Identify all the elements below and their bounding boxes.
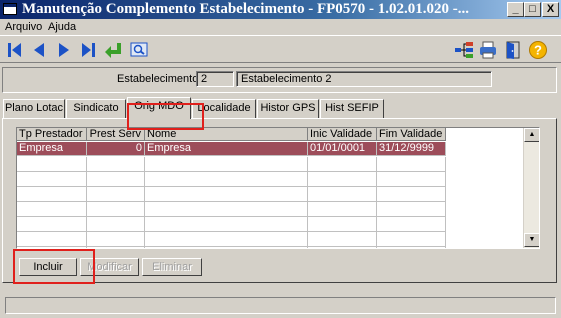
go-to-icon[interactable] — [103, 40, 123, 60]
previous-record-icon[interactable] — [29, 40, 49, 60]
close-button[interactable]: X — [542, 2, 559, 17]
establishment-code-field[interactable]: 2 — [196, 71, 234, 87]
svg-text:?: ? — [534, 43, 542, 58]
column-header-tp-prestador[interactable]: Tp Prestador — [17, 128, 87, 141]
cell-nome: Empresa — [145, 142, 308, 156]
establishment-name-field: Estabelecimento 2 — [236, 71, 492, 87]
last-record-icon[interactable] — [78, 40, 98, 60]
maximize-button[interactable]: □ — [524, 2, 541, 17]
app-window-icon[interactable] — [3, 3, 17, 15]
tab-plano-lotac[interactable]: Plano Lotac — [3, 99, 65, 118]
establishment-label: Estabelecimento: — [117, 73, 202, 85]
status-bar — [5, 297, 556, 314]
data-grid[interactable]: Tp Prestador Prest Serv Nome Inic Valida… — [16, 127, 540, 249]
cell-inic-validade: 01/01/0001 — [308, 142, 377, 156]
column-header-inic-validade[interactable]: Inic Validade — [308, 128, 377, 141]
title-bar: Manutenção Complemento Estabelecimento -… — [0, 0, 561, 19]
tab-sindicato[interactable]: Sindicato — [66, 99, 126, 118]
zoom-search-icon[interactable] — [129, 40, 149, 60]
empty-grid-rows — [17, 157, 446, 248]
exit-icon[interactable] — [503, 40, 523, 60]
next-record-icon[interactable] — [54, 40, 74, 60]
eliminar-button[interactable]: Eliminar — [142, 258, 202, 276]
column-header-fim-validade[interactable]: Fim Validade — [377, 128, 446, 141]
printer-icon[interactable] — [478, 40, 498, 60]
cell-prest-serv: 0 — [87, 142, 145, 156]
highlight-box-incluir — [13, 249, 95, 284]
window-title: Manutenção Complemento Estabelecimento -… — [22, 1, 470, 17]
cell-tp-prestador: Empresa — [17, 142, 87, 156]
menu-ajuda[interactable]: Ajuda — [48, 21, 76, 33]
help-icon[interactable]: ? — [528, 40, 548, 60]
tab-hist-sefip[interactable]: Hist SEFIP — [320, 99, 384, 118]
hierarchy-icon[interactable] — [454, 40, 474, 60]
toolbar: ? — [0, 35, 561, 63]
first-record-icon[interactable] — [5, 40, 25, 60]
vertical-scrollbar[interactable]: ▲ ▼ — [523, 128, 539, 248]
scroll-down-button[interactable]: ▼ — [524, 233, 539, 247]
highlight-box-tab — [127, 103, 204, 130]
tab-histor-gps[interactable]: Histor GPS — [257, 99, 319, 118]
cell-fim-validade: 31/12/9999 — [377, 142, 446, 156]
table-row[interactable]: Empresa 0 Empresa 01/01/0001 31/12/9999 — [17, 142, 446, 157]
scroll-up-button[interactable]: ▲ — [524, 128, 539, 142]
menu-bar: Arquivo Ajuda — [0, 19, 561, 35]
minimize-button[interactable]: _ — [507, 2, 524, 17]
menu-arquivo[interactable]: Arquivo — [5, 21, 42, 33]
